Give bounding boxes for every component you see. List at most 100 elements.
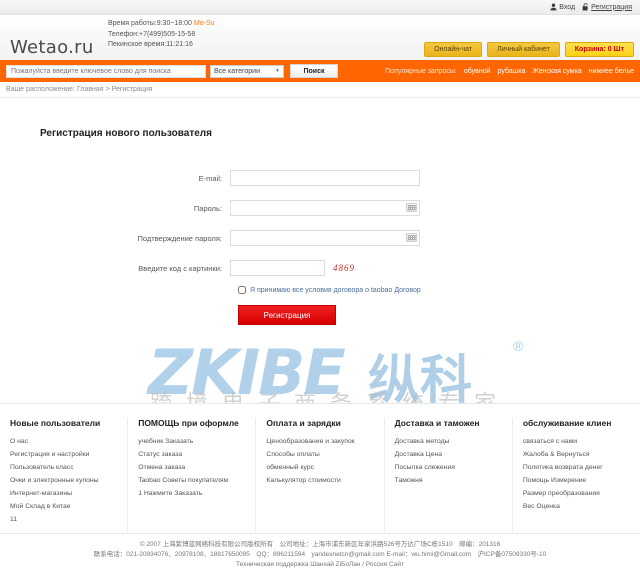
footer-link[interactable]: Доставка методы <box>395 438 450 445</box>
search-button[interactable]: Поиск <box>290 64 338 78</box>
footer-link[interactable]: 11 <box>10 516 17 523</box>
list-item: Статус заказа <box>138 449 245 458</box>
email-label: E-mail: <box>198 173 222 183</box>
password-label: Пароль: <box>193 203 222 213</box>
email-row: E-mail: <box>0 170 640 186</box>
footer-link[interactable]: Посылка слежения <box>395 464 455 471</box>
captcha-label: Введите код с картинки: <box>138 263 222 273</box>
watermark-tagline: 跨境电子商务系统专家 <box>150 386 510 403</box>
keyboard-icon[interactable] <box>406 203 417 212</box>
footer-link[interactable]: Вес Оценка <box>523 503 560 510</box>
list-item: 11 <box>10 514 117 523</box>
search-category-label: Все категории <box>214 67 260 75</box>
footer-link[interactable]: О нас <box>10 438 28 445</box>
footer-link[interactable]: Очки и электронные купоны <box>10 477 99 484</box>
personal-cabinet-button[interactable]: Личный кабинет <box>487 42 560 57</box>
breadcrumb-current: Регистрация <box>111 86 153 93</box>
footer-link[interactable]: обменный курс <box>266 464 314 471</box>
agreement-label[interactable]: Я принимаю все условия договора о taobao… <box>250 287 421 294</box>
confirm-password-label: Подтверждение пароля: <box>137 233 222 243</box>
footer-link[interactable]: связаться с нами <box>523 438 577 445</box>
footer-column-payment: Оплата и зарядки Ценообразование и закуп… <box>256 418 385 533</box>
popular-query-0[interactable]: обувной <box>464 68 491 75</box>
footer-column-help: ПОМОЩЬ при оформле учебник Заказать Стат… <box>128 418 257 533</box>
email-field[interactable] <box>230 170 420 186</box>
footer-link[interactable]: 1 Нажмите Заказать <box>138 490 202 497</box>
captcha-field[interactable] <box>230 260 325 276</box>
list-item: Доставка Цена <box>395 449 502 458</box>
captcha-code-image[interactable]: 4869 <box>333 263 355 273</box>
list-item: Пользователь класс <box>10 462 117 471</box>
confirm-password-field[interactable] <box>230 230 420 246</box>
footer-link[interactable]: Taobao Советы покупателям <box>138 477 228 484</box>
list-item: Мой Склад в Китае <box>10 501 117 510</box>
password-field-wrap <box>230 200 420 216</box>
footer-column-delivery: Доставка и таможен Доставка методы Доста… <box>385 418 513 533</box>
register-submit-button[interactable]: Регистрация <box>238 305 336 325</box>
copyright-line-2: 联系电话：021-20934076、20978108、18817650095 Q… <box>93 551 547 558</box>
site-logo[interactable]: Wetao.ru <box>10 37 94 58</box>
footer-link-list: связаться с нами Жалоба & Вернуться Поли… <box>523 436 630 510</box>
footer-link[interactable]: Размер преобразования <box>523 490 600 497</box>
footer-link[interactable]: Жалоба & Вернуться <box>523 451 590 458</box>
footer-link[interactable]: Статус заказа <box>138 451 182 458</box>
footer-link[interactable]: Регистрация и настройки <box>10 451 89 458</box>
footer-link[interactable]: Интернет-магазины <box>10 490 72 497</box>
watermark-brand: ZKIBE <box>148 336 346 403</box>
cart-button[interactable]: Корзина: 0 Шт <box>564 42 634 57</box>
list-item: Способы оплаты <box>266 449 373 458</box>
breadcrumb-separator: > <box>105 86 110 93</box>
search-category-select[interactable]: Все категории ▼ <box>210 64 284 78</box>
password-field[interactable] <box>230 200 420 216</box>
footer-link[interactable]: Политика возврата денег <box>523 464 603 471</box>
footer-column-service: обслуживание клиен связаться с нами Жало… <box>513 418 640 533</box>
login-link[interactable]: Вход <box>550 3 575 11</box>
footer-link[interactable]: Ценообразование и закупок <box>266 438 354 445</box>
popular-query-2[interactable]: Женская сумка <box>532 68 581 75</box>
footer-link[interactable]: Мой Склад в Китае <box>10 503 71 510</box>
list-item: Отмена заказа <box>138 462 245 471</box>
keyboard-icon[interactable] <box>406 233 417 242</box>
footer-link[interactable]: Доставка Цена <box>395 451 442 458</box>
email-field-wrap <box>230 170 420 186</box>
search-input[interactable] <box>6 64 206 78</box>
register-label: Регистрация <box>591 3 632 11</box>
site-header: Wetao.ru Время работы:9:30~18:00 Mo-Su Т… <box>0 15 640 60</box>
work-hours-row: Время работы:9:30~18:00 Mo-Su <box>108 19 215 30</box>
breadcrumb-home[interactable]: Главная <box>77 86 104 93</box>
online-chat-button[interactable]: Онлайн-чат <box>424 42 483 57</box>
register-link[interactable]: Регистрация <box>582 3 632 11</box>
footer-link[interactable]: Помощь Измерение <box>523 477 587 484</box>
list-item: О нас <box>10 436 117 445</box>
confirm-password-field-wrap <box>230 230 420 246</box>
footer-link[interactable]: Способы оплаты <box>266 451 319 458</box>
breadcrumb: Ваше расположение: Главная > Регистрация <box>6 86 153 93</box>
popular-query-3[interactable]: нижнее белье <box>589 68 634 75</box>
lock-icon <box>582 3 589 11</box>
popular-query-1[interactable]: рубашка <box>498 68 526 75</box>
list-item: Таможня <box>395 475 502 484</box>
beijing-time-row: Пекинское время:11:21:16 <box>108 41 193 48</box>
login-label: Вход <box>559 3 576 11</box>
footer-link[interactable]: учебник Заказать <box>138 438 193 445</box>
list-item: 1 Нажмите Заказать <box>138 488 245 497</box>
list-item: Размер преобразования <box>523 488 630 497</box>
page-title: Регистрация нового пользователя <box>40 128 212 139</box>
list-item: Калькулятор стоимости <box>266 475 373 484</box>
list-item: связаться с нами <box>523 436 630 445</box>
breadcrumb-bar: Ваше расположение: Главная > Регистрация <box>0 82 640 98</box>
list-item: Доставка методы <box>395 436 502 445</box>
agreement-row: Я принимаю все условия договора о taobao… <box>238 286 640 294</box>
agreement-checkbox[interactable] <box>238 286 246 294</box>
list-item: Жалоба & Вернуться <box>523 449 630 458</box>
footer-link[interactable]: Калькулятор стоимости <box>266 477 340 484</box>
footer-link[interactable]: Отмена заказа <box>138 464 185 471</box>
footer-link-list: Ценообразование и закупок Способы оплаты… <box>266 436 373 484</box>
footer-link[interactable]: Таможня <box>395 477 423 484</box>
footer-link[interactable]: Пользователь класс <box>10 464 74 471</box>
submit-row: Регистрация <box>238 305 640 325</box>
chevron-down-icon: ▼ <box>275 68 280 74</box>
list-item: Политика возврата денег <box>523 462 630 471</box>
confirm-password-row: Подтверждение пароля: <box>0 230 640 246</box>
main-content: ZKIBE 纵科 ® 跨境电子商务系统专家 Регистрация нового… <box>0 98 640 403</box>
